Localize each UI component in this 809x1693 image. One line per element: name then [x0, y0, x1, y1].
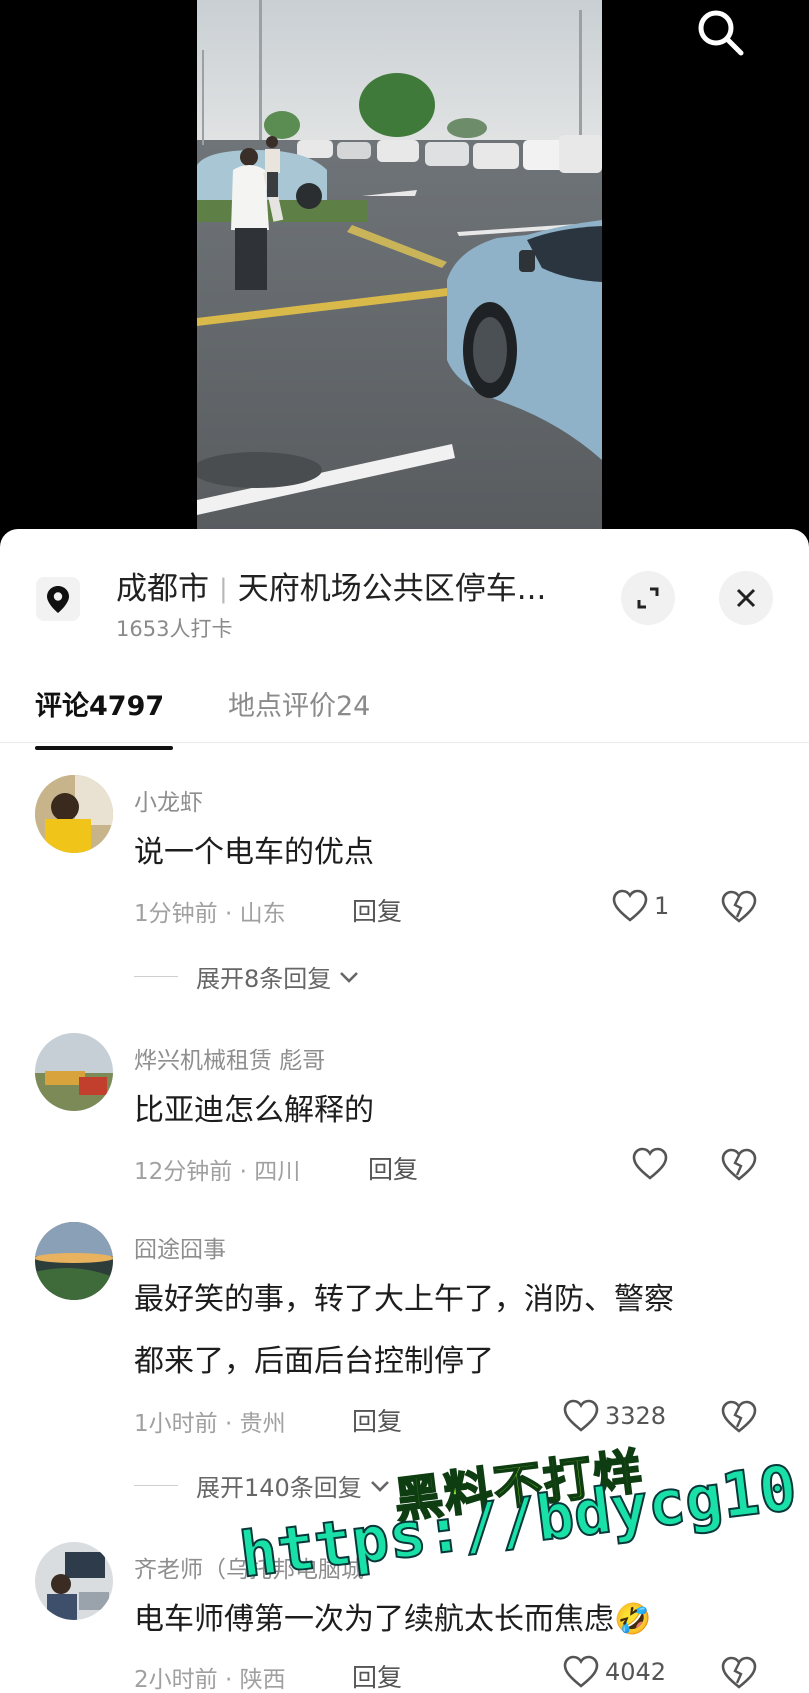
close-button[interactable]: [719, 571, 773, 625]
reply-button[interactable]: 回复: [352, 1658, 402, 1693]
like-button[interactable]: 1: [612, 889, 669, 923]
reply-button[interactable]: 回复: [352, 892, 402, 928]
expand-divider: [134, 1485, 178, 1486]
like-button[interactable]: 3328: [563, 1399, 666, 1433]
comment-username[interactable]: 烨兴机械租赁 彪哥: [134, 1041, 325, 1075]
comment-text: 电车师傅第一次为了续航太长而焦虑🤣: [134, 1602, 652, 1637]
comment-username[interactable]: 囧途囧事: [134, 1230, 226, 1264]
expand-icon: [637, 587, 659, 609]
expand-divider: [134, 976, 178, 977]
broken-heart-icon[interactable]: [721, 1655, 757, 1691]
avatar[interactable]: [35, 1033, 113, 1111]
checkin-count: 1653人打卡: [116, 617, 233, 641]
comment-text: 比亚迪怎么解释的: [134, 1093, 374, 1128]
like-button[interactable]: [632, 1147, 668, 1181]
location-pin-icon: [36, 577, 80, 621]
avatar[interactable]: [35, 1542, 113, 1620]
comment-meta: 1分钟前 · 山东: [134, 901, 286, 927]
comment-text: 最好笑的事，转了大上午了，消防、警察: [134, 1282, 674, 1317]
video-player[interactable]: [0, 0, 809, 540]
like-button[interactable]: 4042: [563, 1655, 666, 1689]
reply-button[interactable]: 回复: [352, 1402, 402, 1438]
comment-item: 小龙虾 说一个电车的优点 1分钟前 · 山东 回复 1 展开8条回复: [0, 770, 809, 1020]
like-count: 1: [654, 892, 670, 920]
like-count: 3328: [605, 1402, 667, 1430]
comment-username[interactable]: 小龙虾: [134, 783, 203, 817]
broken-heart-icon[interactable]: [721, 1399, 757, 1435]
tab-place-reviews[interactable]: 地点评价24: [228, 684, 370, 723]
heart-icon: [632, 1147, 668, 1180]
parking-lot-scene: [197, 0, 602, 535]
broken-heart-icon[interactable]: [721, 1147, 757, 1183]
broken-heart-icon[interactable]: [721, 889, 757, 925]
heart-icon: [563, 1655, 599, 1688]
title-separator: |: [219, 574, 228, 604]
avatar-image: [35, 1222, 113, 1300]
reply-button[interactable]: 回复: [368, 1150, 418, 1186]
avatar[interactable]: [35, 775, 113, 853]
expand-replies[interactable]: 展开8条回复: [134, 959, 361, 994]
avatar[interactable]: [35, 1222, 113, 1300]
tab-comments[interactable]: 评论4797: [35, 684, 164, 723]
expand-replies[interactable]: 展开140条回复: [134, 1468, 392, 1503]
close-icon: [736, 588, 756, 608]
comment-item: 烨兴机械租赁 彪哥 比亚迪怎么解释的 12分钟前 · 四川 回复: [0, 1028, 809, 1213]
comment-meta: 2小时前 · 陕西: [134, 1667, 286, 1693]
avatar-image: [35, 1542, 113, 1620]
comment-text: 都来了，后面后台控制停了: [134, 1344, 494, 1379]
avatar-image: [35, 1033, 113, 1111]
chevron-down-icon: [370, 1480, 389, 1492]
active-tab-indicator: [35, 746, 173, 750]
like-count: 4042: [605, 1658, 667, 1686]
comment-text: 说一个电车的优点: [134, 835, 374, 870]
tab-bar: 评论4797 地点评价24: [0, 662, 809, 743]
expand-replies-label: 展开140条回复: [196, 1474, 362, 1502]
chevron-down-icon: [340, 971, 359, 983]
comment-meta: 1小时前 · 贵州: [134, 1411, 286, 1437]
search-icon[interactable]: [694, 6, 748, 60]
heart-icon: [563, 1399, 599, 1432]
comment-meta: 12分钟前 · 四川: [134, 1159, 301, 1185]
heart-icon: [612, 889, 648, 922]
video-frame: [197, 0, 602, 535]
location-place: 天府机场公共区停车...: [237, 571, 547, 607]
expand-replies-label: 展开8条回复: [196, 965, 332, 993]
avatar-image: [35, 775, 113, 853]
expand-button[interactable]: [621, 571, 675, 625]
location-title[interactable]: 成都市 | 天府机场公共区停车...: [116, 563, 546, 608]
location-city: 成都市: [116, 571, 209, 607]
